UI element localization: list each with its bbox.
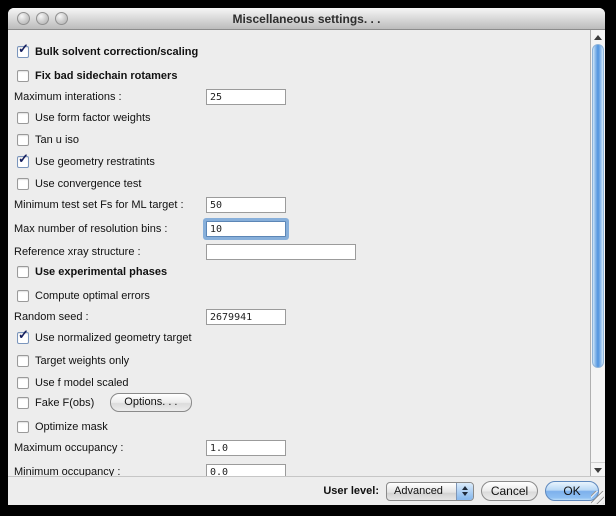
checkbox-label: Target weights only xyxy=(35,355,129,367)
checkbox-row: Compute optimal errors xyxy=(8,288,590,303)
checkbox-label: Tan u iso xyxy=(35,134,79,146)
text-field[interactable]: 2679941 xyxy=(206,309,286,325)
settings-window: Miscellaneous settings. . . ✓ Bulk solven… xyxy=(8,8,605,505)
up-arrow-icon xyxy=(594,35,602,40)
field-label: Minimum test set Fs for ML target : xyxy=(14,199,184,211)
stepper-down-arrow-icon xyxy=(462,492,468,496)
checkbox-label: Use experimental phases xyxy=(35,266,167,278)
field-label: Max number of resolution bins : xyxy=(14,223,167,235)
checkbox-label: Fake F(obs) xyxy=(35,397,94,409)
stepper-up-arrow-icon xyxy=(462,486,468,490)
field-label: Maximum interations : xyxy=(14,91,122,103)
checkbox-row: Optimize mask xyxy=(8,419,590,434)
scroll-up-button[interactable] xyxy=(591,30,605,44)
checkbox[interactable] xyxy=(17,266,29,278)
checkbox-row: Use form factor weights xyxy=(8,110,590,125)
down-arrow-icon xyxy=(594,468,602,473)
text-field[interactable]: 50 xyxy=(206,197,286,213)
checkbox[interactable] xyxy=(17,178,29,190)
checkbox[interactable] xyxy=(17,377,29,389)
checkmark-icon: ✓ xyxy=(18,328,29,341)
checkbox-label: Bulk solvent correction/scaling xyxy=(35,46,198,58)
checkbox-row: Tan u iso xyxy=(8,132,590,147)
field-row: Minimum occupancy : 0.0 xyxy=(8,463,590,477)
resize-grip[interactable] xyxy=(591,491,604,504)
scrollbar-thumb[interactable] xyxy=(592,44,604,368)
field-label: Minimum occupancy : xyxy=(14,466,120,478)
field-row: Maximum interations : 25 xyxy=(8,88,590,105)
checkbox-row: Use f model scaled xyxy=(8,375,590,390)
user-level-dropdown[interactable]: Advanced xyxy=(386,482,474,501)
user-level-value: Advanced xyxy=(387,483,456,500)
field-row: Minimum test set Fs for ML target : 50 xyxy=(8,196,590,213)
text-field[interactable] xyxy=(206,244,356,260)
checkmark-icon: ✓ xyxy=(18,152,29,165)
checkbox-row: Use experimental phases xyxy=(8,264,590,279)
checkbox[interactable]: ✓ xyxy=(17,156,29,168)
checkbox-row: Target weights only xyxy=(8,353,590,368)
checkbox[interactable] xyxy=(17,397,29,409)
checkbox-label: Use form factor weights xyxy=(35,112,151,124)
checkbox-row: Fake F(obs) Options. . . xyxy=(8,395,590,410)
checkbox-label: Fix bad sidechain rotamers xyxy=(35,70,177,82)
titlebar[interactable]: Miscellaneous settings. . . xyxy=(8,8,605,30)
text-field[interactable]: 25 xyxy=(206,89,286,105)
checkbox-row: Use convergence test xyxy=(8,176,590,191)
text-field[interactable]: 10 xyxy=(206,221,286,237)
vertical-scrollbar[interactable] xyxy=(590,30,605,477)
checkbox-row: ✓ Use geometry restratints xyxy=(8,154,590,169)
checkbox[interactable] xyxy=(17,290,29,302)
cancel-button[interactable]: Cancel xyxy=(481,481,538,501)
user-level-label: User level: xyxy=(323,485,379,497)
options-button[interactable]: Options. . . xyxy=(110,393,191,412)
checkmark-icon: ✓ xyxy=(18,42,29,55)
checkbox-label: Compute optimal errors xyxy=(35,290,150,302)
field-row: Reference xray structure : xyxy=(8,243,590,260)
field-label: Random seed : xyxy=(14,311,89,323)
field-row: Max number of resolution bins : 10 xyxy=(8,220,590,237)
checkbox-label: Optimize mask xyxy=(35,421,108,433)
text-field[interactable]: 0.0 xyxy=(206,464,286,478)
checkbox-row: Fix bad sidechain rotamers xyxy=(8,68,590,83)
checkbox-label: Use f model scaled xyxy=(35,377,129,389)
footer-bar: User level: Advanced Cancel OK xyxy=(8,477,605,505)
window-title: Miscellaneous settings. . . xyxy=(8,12,605,26)
popup-stepper-icon xyxy=(456,483,473,500)
checkbox-label: Use normalized geometry target xyxy=(35,332,192,344)
checkbox[interactable] xyxy=(17,421,29,433)
field-row: Maximum occupancy : 1.0 xyxy=(8,439,590,456)
checkbox[interactable]: ✓ xyxy=(17,332,29,344)
settings-scroll-area: ✓ Bulk solvent correction/scaling Fix bad … xyxy=(8,30,605,477)
checkbox[interactable] xyxy=(17,134,29,146)
checkbox[interactable] xyxy=(17,70,29,82)
field-label: Maximum occupancy : xyxy=(14,442,123,454)
checkbox-row: ✓ Bulk solvent correction/scaling xyxy=(8,44,590,59)
checkbox-label: Use convergence test xyxy=(35,178,141,190)
checkbox-row: ✓ Use normalized geometry target xyxy=(8,330,590,345)
checkbox-label: Use geometry restratints xyxy=(35,156,155,168)
scroll-down-button[interactable] xyxy=(591,462,605,477)
checkbox[interactable]: ✓ xyxy=(17,46,29,58)
text-field[interactable]: 1.0 xyxy=(206,440,286,456)
field-label: Reference xray structure : xyxy=(14,246,141,258)
field-row: Random seed : 2679941 xyxy=(8,308,590,325)
settings-rows: ✓ Bulk solvent correction/scaling Fix bad … xyxy=(8,30,590,477)
checkbox[interactable] xyxy=(17,112,29,124)
checkbox[interactable] xyxy=(17,355,29,367)
